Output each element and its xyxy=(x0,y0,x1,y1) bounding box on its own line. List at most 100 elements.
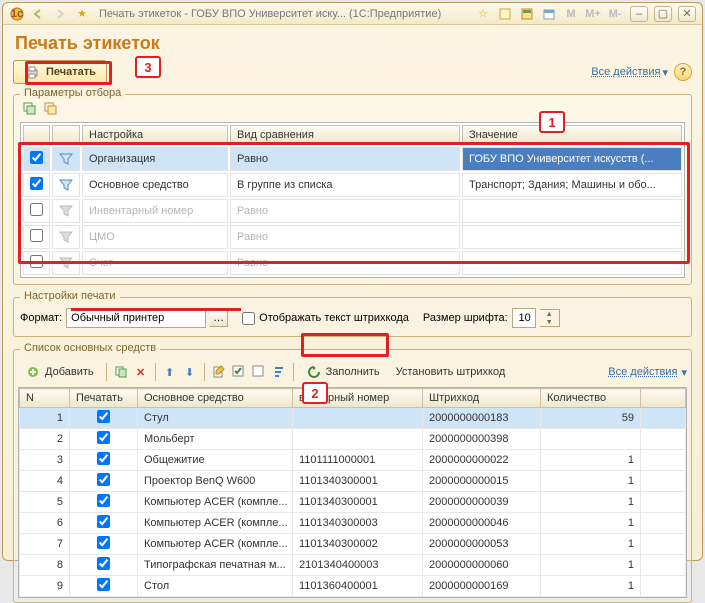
filter-row[interactable]: Основное средство В группе из списка Тра… xyxy=(23,173,682,197)
filter-table[interactable]: Настройка Вид сравнения Значение Организ… xyxy=(20,122,685,278)
filter-row[interactable]: Инвентарный номер Равно xyxy=(23,199,682,223)
filter-row-cmp: Равно xyxy=(230,251,460,275)
table-row[interactable]: 4 Проектор BenQ W600 1101340300001 20000… xyxy=(20,471,686,492)
copy-settings-icon[interactable] xyxy=(20,99,38,117)
all-actions-link-top[interactable]: Все действия xyxy=(591,66,660,78)
row-print-checkbox[interactable] xyxy=(97,431,110,444)
svg-text:1c: 1c xyxy=(11,8,23,20)
cell-qty: 1 xyxy=(541,513,641,534)
sort-icon[interactable] xyxy=(270,363,288,381)
filter-item-icon xyxy=(59,179,73,191)
format-input[interactable] xyxy=(66,308,206,328)
row-print-checkbox[interactable] xyxy=(97,494,110,507)
help-button[interactable]: ? xyxy=(674,63,692,81)
print-settings-group: Настройки печати Формат: … Отображать те… xyxy=(13,297,692,337)
nav-back-icon[interactable] xyxy=(29,5,47,23)
filter-row[interactable]: Счет Равно xyxy=(23,251,682,275)
cell-qty: 1 xyxy=(541,492,641,513)
col-qty[interactable]: Количество xyxy=(541,389,641,408)
delete-row-icon[interactable]: ✕ xyxy=(132,363,150,381)
cell-inv: 1101111000001 xyxy=(293,450,423,471)
row-print-checkbox[interactable] xyxy=(97,557,110,570)
edit-icon[interactable] xyxy=(210,363,228,381)
assets-group: Список основных средств Добавить ✕ ⬆ ⬇ З… xyxy=(13,349,692,603)
filter-row-checkbox[interactable] xyxy=(30,177,43,190)
table-row[interactable]: 6 Компьютер ACER (компле... 110134030000… xyxy=(20,513,686,534)
row-print-checkbox[interactable] xyxy=(97,536,110,549)
close-button[interactable]: ✕ xyxy=(678,6,696,22)
table-row[interactable]: 8 Типографская печатная м... 21013404000… xyxy=(20,555,686,576)
print-button[interactable]: Печатать xyxy=(13,60,107,84)
filter-row-checkbox[interactable] xyxy=(30,229,43,242)
filter-row-name: ЦМО xyxy=(82,225,228,249)
m-plus-icon[interactable]: M+ xyxy=(584,5,602,23)
row-print-checkbox[interactable] xyxy=(97,410,110,423)
all-actions-link[interactable]: Все действия xyxy=(608,366,677,378)
copy-row-icon[interactable] xyxy=(112,363,130,381)
minimize-button[interactable]: – xyxy=(630,6,648,22)
row-print-checkbox[interactable] xyxy=(97,473,110,486)
cell-n: 4 xyxy=(20,471,70,492)
add-button[interactable]: Добавить xyxy=(18,361,101,383)
cell-inv: 1101340300003 xyxy=(293,513,423,534)
row-print-checkbox[interactable] xyxy=(97,578,110,591)
cell-n: 3 xyxy=(20,450,70,471)
col-print[interactable]: Печатать xyxy=(70,389,138,408)
fill-button[interactable]: Заполнить xyxy=(299,361,387,383)
filter-item-icon xyxy=(59,257,73,269)
cell-n: 7 xyxy=(20,534,70,555)
filter-row-val xyxy=(462,199,682,223)
table-row[interactable]: 2 Мольберт 2000000000398 xyxy=(20,429,686,450)
filter-row-checkbox[interactable] xyxy=(30,151,43,164)
spin-down-icon[interactable]: ▼ xyxy=(540,318,559,326)
table-row[interactable]: 9 Стол 1101360400001 2000000000169 1 xyxy=(20,576,686,597)
cell-qty: 1 xyxy=(541,471,641,492)
assets-grid[interactable]: N Печатать Основное средство вентарный н… xyxy=(18,387,687,598)
print-settings-legend: Настройки печати xyxy=(20,290,120,302)
col-n[interactable]: N xyxy=(20,389,70,408)
calc-icon[interactable] xyxy=(518,5,536,23)
cell-inv: 1101360400001 xyxy=(293,576,423,597)
maximize-button[interactable]: ▢ xyxy=(654,6,672,22)
star-icon[interactable]: ☆ xyxy=(474,5,492,23)
filter-row-checkbox[interactable] xyxy=(30,255,43,268)
m-icon[interactable]: M xyxy=(562,5,580,23)
paste-settings-icon[interactable] xyxy=(41,99,59,117)
m-minus-icon[interactable]: M- xyxy=(606,5,624,23)
cell-asset: Стул xyxy=(138,408,293,429)
set-barcode-button[interactable]: Установить штрихкод xyxy=(389,363,513,381)
check-all-icon[interactable] xyxy=(230,363,248,381)
font-size-input[interactable] xyxy=(512,308,536,328)
font-size-spinner[interactable]: ▲▼ xyxy=(540,309,560,327)
table-row[interactable]: 1 Стул 2000000000183 59 xyxy=(20,408,686,429)
fav-icon[interactable]: ★ xyxy=(73,5,91,23)
cell-qty: 1 xyxy=(541,555,641,576)
col-asset[interactable]: Основное средство xyxy=(138,389,293,408)
add-icon xyxy=(25,364,41,380)
row-print-checkbox[interactable] xyxy=(97,515,110,528)
filter-row-checkbox[interactable] xyxy=(30,203,43,216)
col-barcode[interactable]: Штрихкод xyxy=(423,389,541,408)
dropdown-icon[interactable]: ▾ xyxy=(681,366,687,379)
calendar-icon[interactable] xyxy=(540,5,558,23)
filter-legend: Параметры отбора xyxy=(20,87,125,99)
dropdown-icon[interactable]: ▾ xyxy=(662,66,668,79)
move-down-icon[interactable]: ⬇ xyxy=(181,363,199,381)
show-barcode-checkbox[interactable] xyxy=(242,312,255,325)
format-select-button[interactable]: … xyxy=(210,309,228,327)
cell-asset: Мольберт xyxy=(138,429,293,450)
filter-row[interactable]: Организация Равно ГОБУ ВПО Университет и… xyxy=(23,147,682,171)
table-row[interactable]: 5 Компьютер ACER (компле... 110134030000… xyxy=(20,492,686,513)
show-barcode-label: Отображать текст штрихкода xyxy=(259,312,409,324)
filter-row[interactable]: ЦМО Равно xyxy=(23,225,682,249)
spin-up-icon[interactable]: ▲ xyxy=(540,310,559,318)
filter-row-val: ГОБУ ВПО Университет искусств (... xyxy=(462,147,682,171)
notes-icon[interactable] xyxy=(496,5,514,23)
table-row[interactable]: 3 Общежитие 1101111000001 2000000000022 … xyxy=(20,450,686,471)
row-print-checkbox[interactable] xyxy=(97,452,110,465)
cell-barcode: 2000000000060 xyxy=(423,555,541,576)
nav-fwd-icon[interactable] xyxy=(51,5,69,23)
uncheck-all-icon[interactable] xyxy=(250,363,268,381)
table-row[interactable]: 7 Компьютер ACER (компле... 110134030000… xyxy=(20,534,686,555)
move-up-icon[interactable]: ⬆ xyxy=(161,363,179,381)
